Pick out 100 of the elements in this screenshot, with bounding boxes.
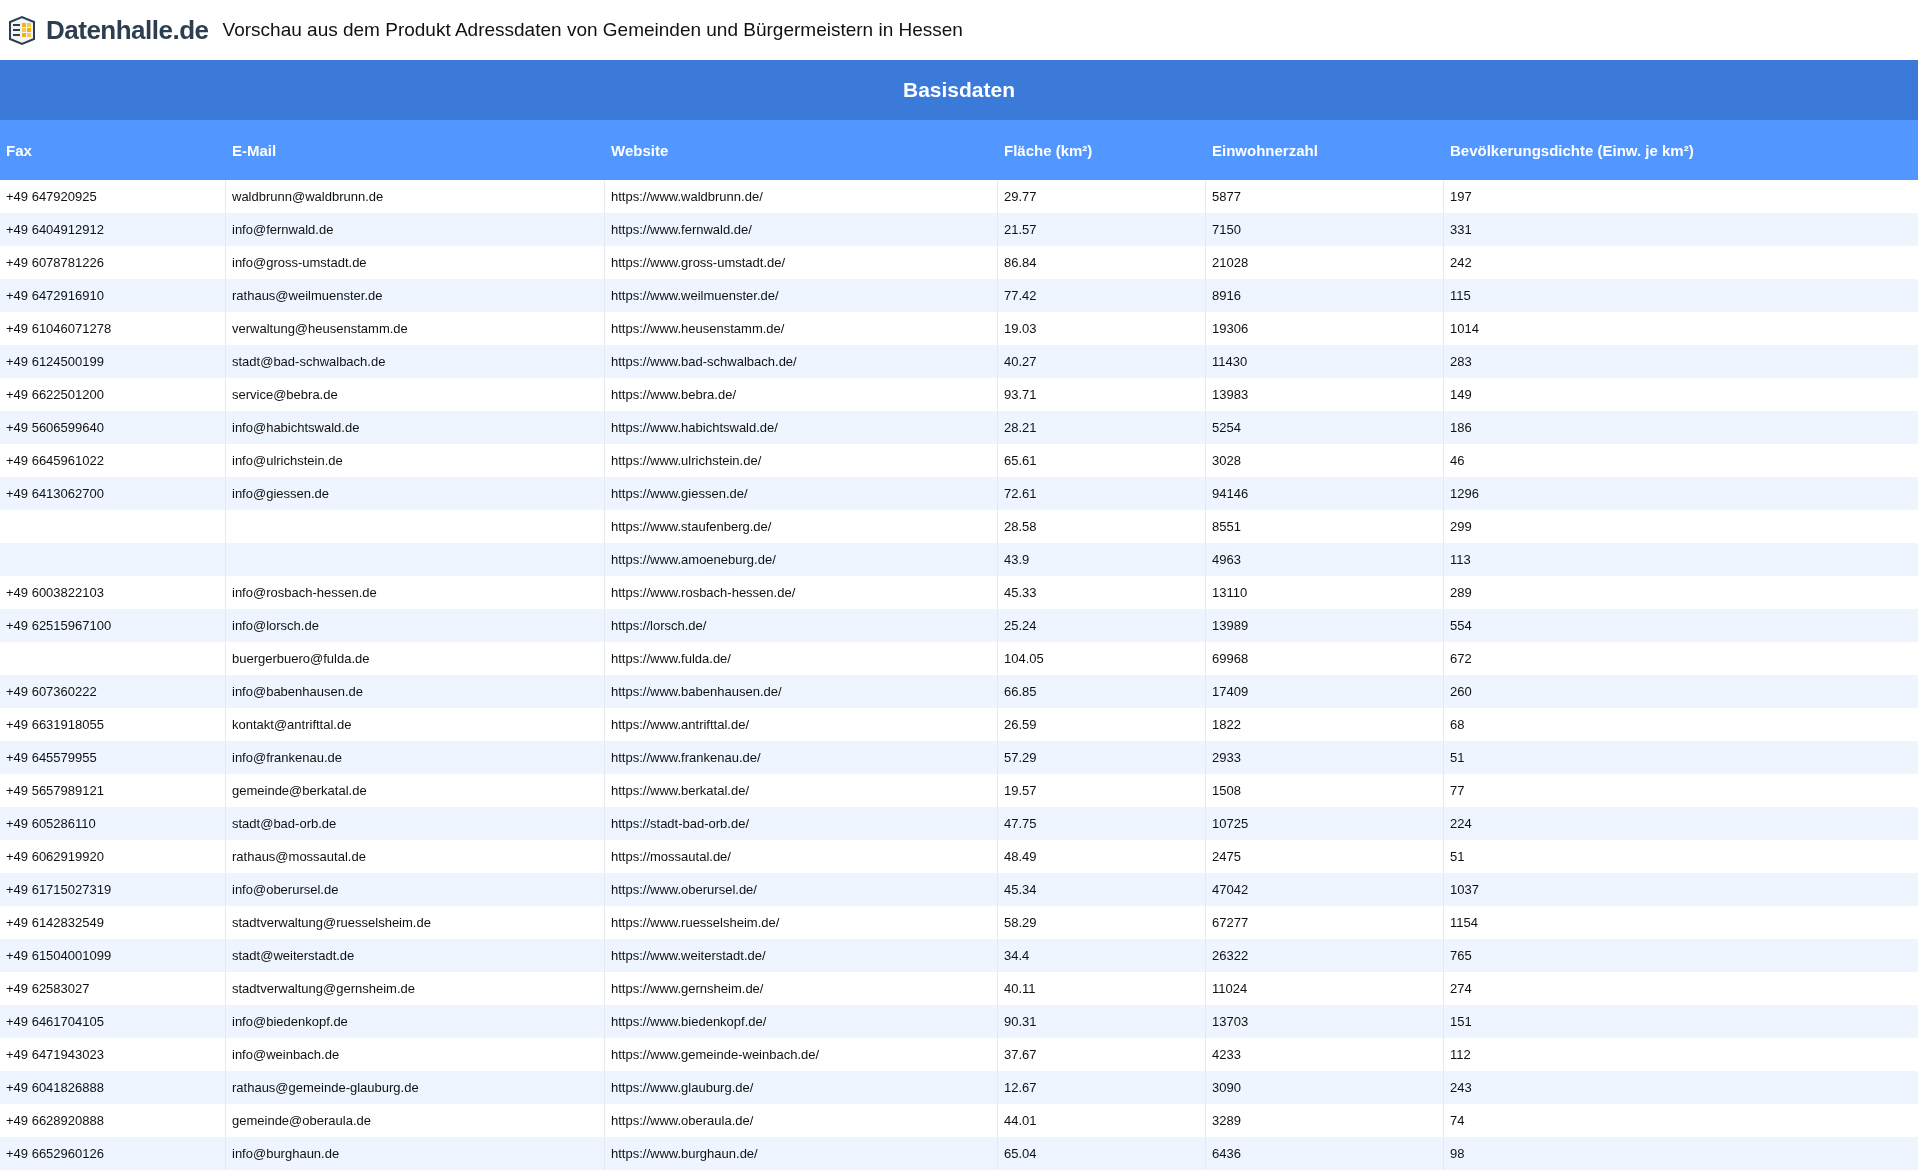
column-header: Einwohnerzahl <box>1211 141 1319 159</box>
table-cell: +49 5606599640 <box>6 420 104 435</box>
table-cell: rathaus@gemeinde-glauburg.de <box>232 1080 419 1095</box>
table-cell: 86.84 <box>1004 255 1037 270</box>
table-cell: stadt@bad-orb.de <box>232 816 337 831</box>
table-cell: 77.42 <box>1004 288 1037 303</box>
table-cell: 11430 <box>1212 354 1248 369</box>
table-cell: +49 6645961022 <box>6 453 104 468</box>
table-cell: 7150 <box>1212 222 1241 237</box>
table-cell: 1154 <box>1450 915 1478 930</box>
column-header: E-Mail <box>231 141 278 159</box>
table-cell: 331 <box>1450 222 1472 237</box>
table-cell: https://www.berkatal.de/ <box>611 783 749 798</box>
table-cell: https://www.frankenau.de/ <box>611 750 761 765</box>
table-cell: 274 <box>1450 981 1472 996</box>
table-cell: 197 <box>1450 189 1472 204</box>
table-cell: 115 <box>1450 288 1471 303</box>
table-cell: rathaus@mossautal.de <box>232 849 366 864</box>
table-cell: 104.05 <box>1004 651 1044 666</box>
table-cell: 10725 <box>1212 816 1249 831</box>
table-cell: 29.77 <box>1004 189 1037 204</box>
table-cell: +49 6041826888 <box>6 1080 104 1095</box>
table-cell: +49 62515967100 <box>6 618 112 633</box>
table-cell: rathaus@weilmuenster.de <box>232 288 383 303</box>
table-cell: 765 <box>1450 948 1472 963</box>
table-cell: https://stadt-bad-orb.de/ <box>611 816 750 831</box>
table-cell: stadt@bad-schwalbach.de <box>232 354 386 369</box>
table-cell: +49 6631918055 <box>6 717 104 732</box>
table-cell: +49 6628920888 <box>6 1113 104 1128</box>
table-cell: +49 6413062700 <box>6 486 104 501</box>
table-cell: 44.01 <box>1004 1113 1037 1128</box>
table-cell: 2475 <box>1212 849 1241 864</box>
table-cell: +49 61046071278 <box>6 321 112 336</box>
table-cell: 4963 <box>1212 552 1241 567</box>
table-cell: 90.31 <box>1004 1014 1037 1029</box>
table-cell: +49 6003822103 <box>6 585 104 600</box>
table-cell: 47.75 <box>1004 816 1037 831</box>
table-cell: gemeinde@berkatal.de <box>232 783 367 798</box>
table-cell: 289 <box>1450 585 1472 600</box>
table-cell: 6436 <box>1212 1146 1241 1161</box>
table-cell: https://www.weiterstadt.de/ <box>611 948 766 963</box>
table-cell: 26.59 <box>1004 717 1037 732</box>
table-cell: 243 <box>1450 1080 1472 1095</box>
table-cell: 37.67 <box>1004 1047 1037 1062</box>
table-cell: 69968 <box>1212 651 1249 666</box>
table-cell: waldbrunn@waldbrunn.de <box>232 189 384 204</box>
table-cell: 17409 <box>1212 684 1249 699</box>
table-cell: +49 6062919920 <box>6 849 104 864</box>
table-cell: https://www.antrifttal.de/ <box>611 717 749 732</box>
table-cell: 283 <box>1450 354 1472 369</box>
table-cell: stadt@weiterstadt.de <box>232 948 355 963</box>
table-cell: 66.85 <box>1004 684 1037 699</box>
table-cell: 40.27 <box>1004 354 1037 369</box>
table-cell: 21028 <box>1212 255 1249 270</box>
table-cell: +49 605286110 <box>6 816 96 831</box>
table-cell: 13110 <box>1212 585 1248 600</box>
table-cell: +49 6124500199 <box>6 354 104 369</box>
table-cell: info@lorsch.de <box>232 618 319 633</box>
table-cell: https://www.rosbach-hessen.de/ <box>611 585 796 600</box>
table-cell: https://www.biedenkopf.de/ <box>611 1014 767 1029</box>
logo-icon <box>6 14 38 46</box>
table-cell: https://www.gernsheim.de/ <box>611 981 764 996</box>
table-cell: +49 6404912912 <box>6 222 104 237</box>
table-cell: 51 <box>1450 750 1465 765</box>
table-cell: 8551 <box>1212 519 1241 534</box>
table-cell: https://www.habichtswald.de/ <box>611 420 778 435</box>
table-cell: 21.57 <box>1004 222 1037 237</box>
table-cell: 299 <box>1450 519 1472 534</box>
table-cell: https://www.gemeinde-weinbach.de/ <box>611 1047 820 1062</box>
site-logo[interactable]: Datenhalle.de <box>46 14 209 46</box>
table-cell: 1037 <box>1450 882 1479 897</box>
table-cell: +49 607360222 <box>6 684 97 699</box>
table-cell: https://www.fulda.de/ <box>611 651 731 666</box>
table-cell: https://www.heusenstamm.de/ <box>611 321 785 336</box>
table-cell: +49 6078781226 <box>6 255 104 270</box>
table-cell: 34.4 <box>1004 948 1030 963</box>
table-cell: +49 6472916910 <box>6 288 104 303</box>
table-cell: 19306 <box>1212 321 1249 336</box>
column-header: Fläche (km²) <box>1003 141 1094 159</box>
table-cell: 28.58 <box>1004 519 1037 534</box>
table-cell: 57.29 <box>1004 750 1037 765</box>
table-cell: 12.67 <box>1004 1080 1037 1095</box>
table-cell: +49 647920925 <box>6 189 97 204</box>
table-cell: 28.21 <box>1004 420 1037 435</box>
group-header: Basisdaten <box>0 60 1918 120</box>
table-cell: https://www.gross-umstadt.de/ <box>611 255 786 270</box>
table-cell: https://www.burghaun.de/ <box>611 1146 758 1161</box>
column-header: Bevölkerungsdichte (Einw. je km²) <box>1449 141 1695 159</box>
table-cell: 151 <box>1450 1014 1472 1029</box>
table-cell: 1296 <box>1450 486 1479 501</box>
table-cell: 51 <box>1450 849 1465 864</box>
table-cell: https://www.weilmuenster.de/ <box>611 288 779 303</box>
column-header: Website <box>610 141 670 159</box>
table-cell: https://www.glauburg.de/ <box>611 1080 754 1095</box>
table-cell: +49 61504001099 <box>6 948 112 963</box>
table-cell: verwaltung@heusenstamm.de <box>232 321 408 336</box>
table-cell: 77 <box>1450 783 1465 798</box>
table-cell: 48.49 <box>1004 849 1037 864</box>
table-cell: 25.24 <box>1004 618 1037 633</box>
table-cell: 4233 <box>1212 1047 1241 1062</box>
